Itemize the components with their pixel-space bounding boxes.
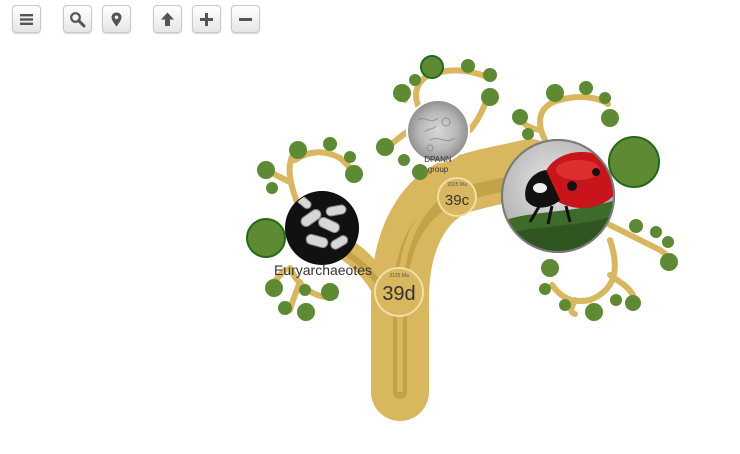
dpann-label-line2[interactable]: group <box>428 165 449 174</box>
tree-view: Euryarchaeotes DPANN group 3125 Ma 39d 2… <box>246 55 678 421</box>
node-39c-age: 2025 Ma <box>447 182 467 188</box>
euryarchaeotes-label[interactable]: Euryarchaeotes <box>274 262 372 278</box>
dpann-label-line1[interactable]: DPANN <box>424 155 452 164</box>
node-39d[interactable]: 3125 Ma 39d <box>374 267 424 317</box>
ladybug-image[interactable] <box>500 138 620 254</box>
node-39d-age: 3125 Ma <box>389 273 409 279</box>
node-39c-code: 39c <box>445 192 470 209</box>
node-39d-code: 39d <box>382 283 415 305</box>
euryarchaeotes-image[interactable] <box>285 191 359 265</box>
dpann-image[interactable] <box>406 99 470 163</box>
node-39c[interactable]: 2025 Ma 39c <box>437 177 477 217</box>
